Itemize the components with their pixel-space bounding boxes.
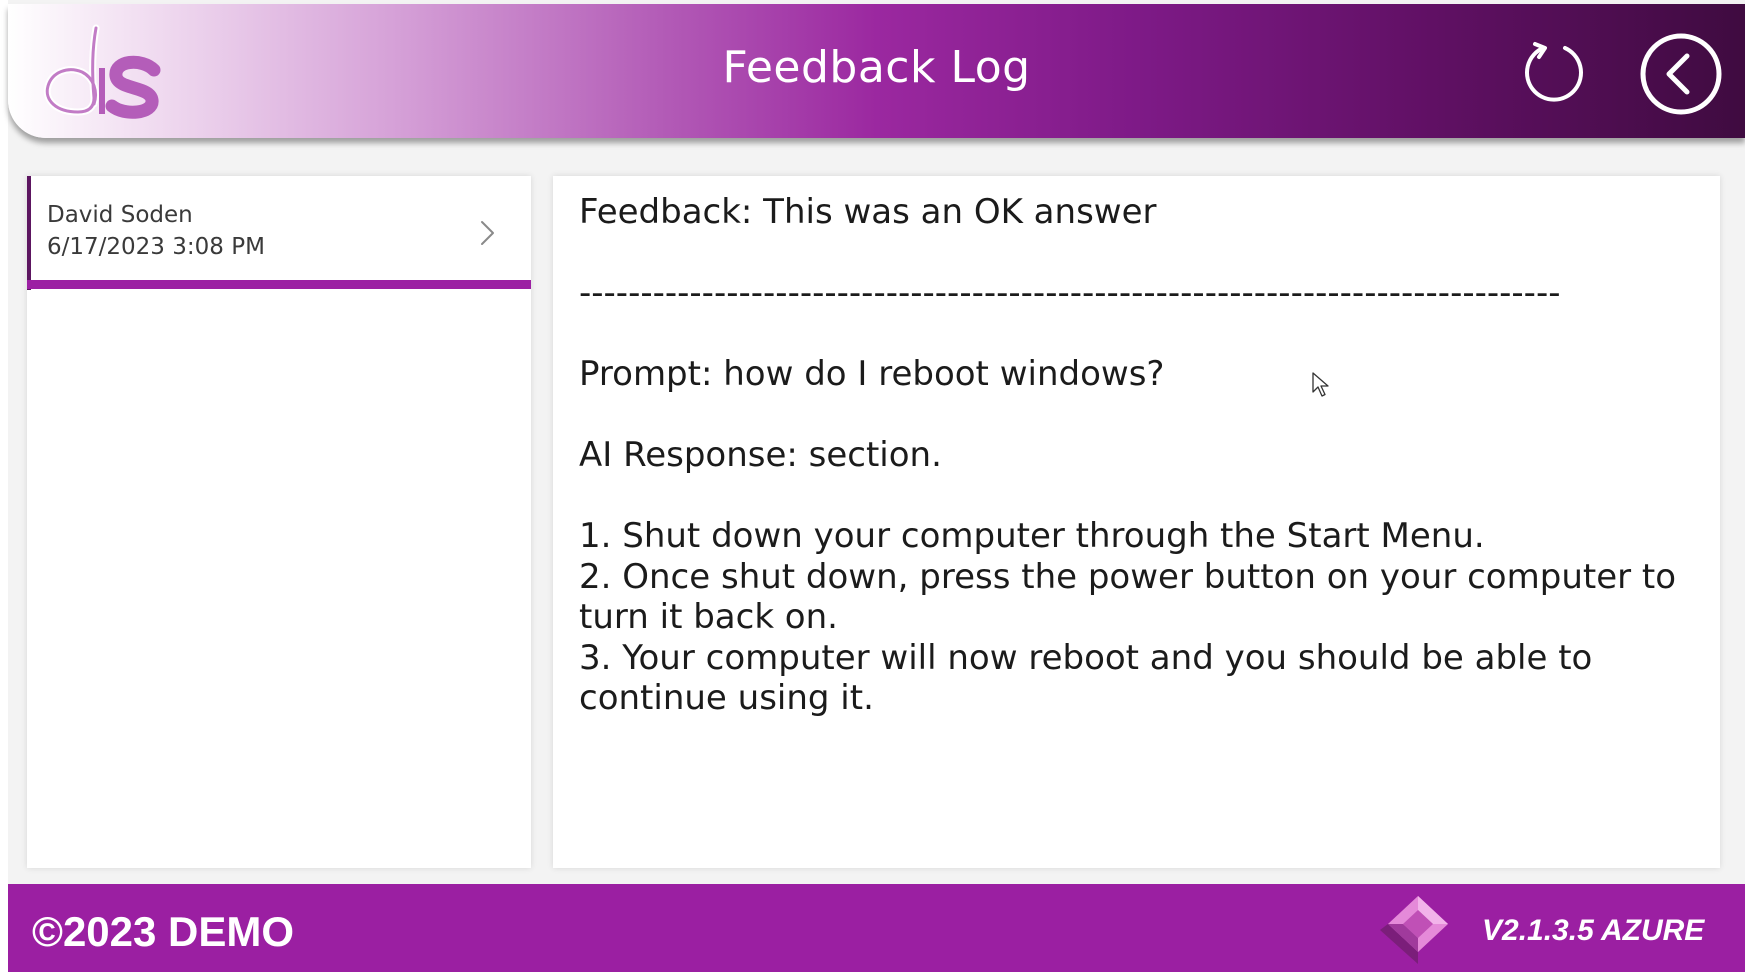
feedback-date: 6/17/2023 3:08 PM xyxy=(47,234,265,260)
feedback-detail-panel: Feedback: This was an OK answer --------… xyxy=(553,176,1720,868)
version-label: V2.1.3.5 AZURE xyxy=(1482,914,1705,947)
page-title: Feedback Log xyxy=(722,42,1031,93)
refresh-icon[interactable] xyxy=(1521,38,1587,104)
feedback-list-panel: David Soden 6/17/2023 3:08 PM xyxy=(27,176,531,868)
footer-bar: ©2023 DEMO V2.1.3.5 AZURE xyxy=(8,884,1745,972)
app-window: Feedback Log David Soden 6/17/2023 3:08 … xyxy=(8,0,1745,972)
copyright-text: ©2023 DEMO xyxy=(32,908,295,955)
selection-indicator-bottom xyxy=(27,280,531,289)
chevron-right-icon xyxy=(481,221,494,245)
feedback-user-name: David Soden xyxy=(47,202,193,228)
feedback-list-item[interactable]: David Soden 6/17/2023 3:08 PM xyxy=(27,176,531,290)
back-button[interactable] xyxy=(1639,32,1723,116)
mouse-pointer-icon xyxy=(1312,372,1329,397)
header-bar: Feedback Log xyxy=(8,4,1745,138)
power-apps-icon xyxy=(1380,896,1448,964)
feedback-detail-text: Feedback: This was an OK answer --------… xyxy=(579,192,1677,718)
selection-indicator-left xyxy=(27,176,31,290)
